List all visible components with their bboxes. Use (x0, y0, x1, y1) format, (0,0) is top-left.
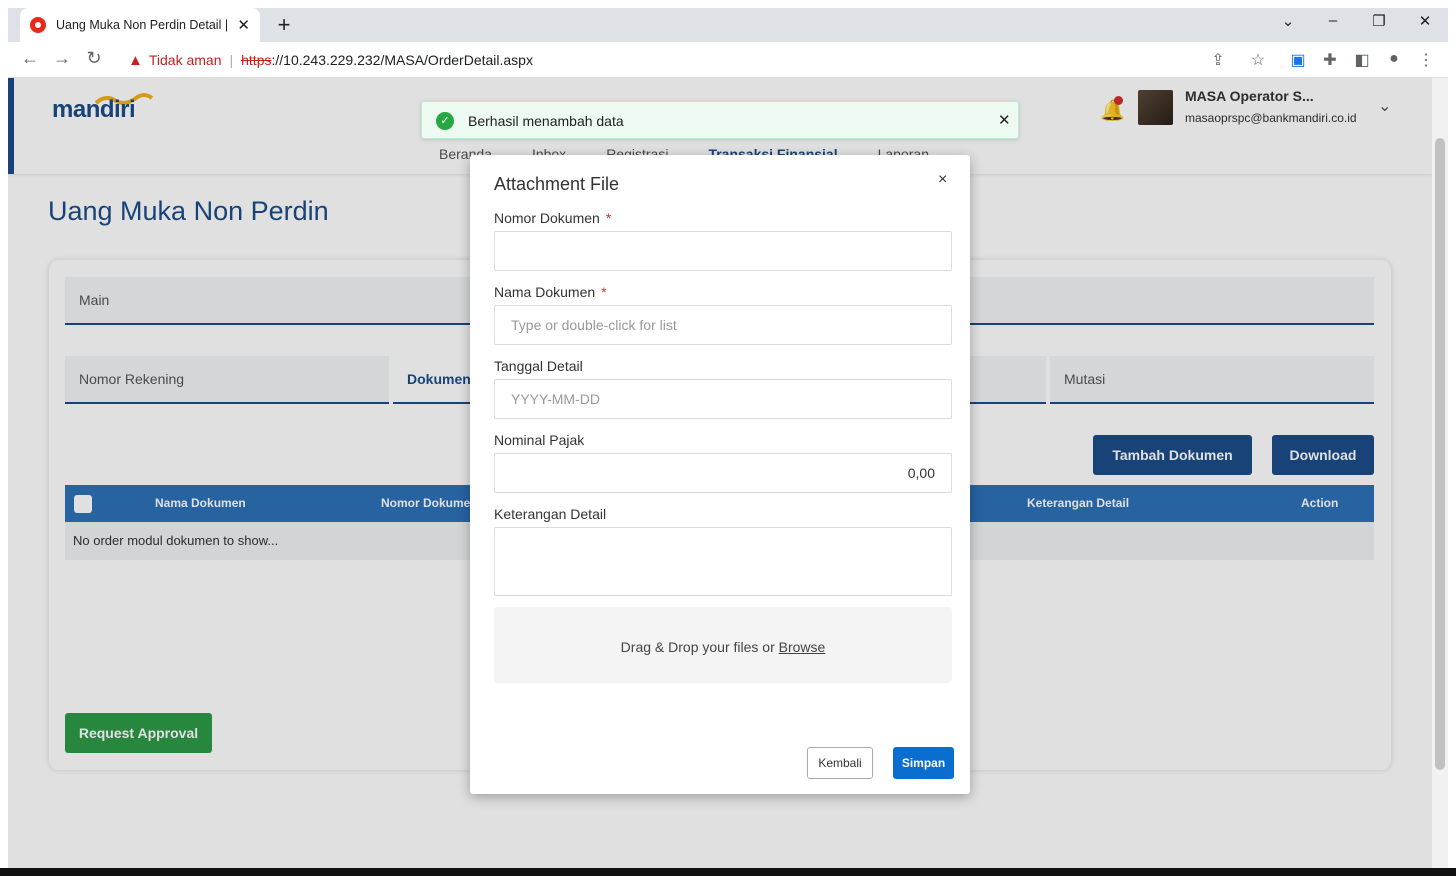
nomor-dokumen-input[interactable] (494, 231, 952, 271)
tab-title: Uang Muka Non Perdin Detail | M (56, 18, 232, 32)
nominal-pajak-input[interactable]: 0,00 (494, 453, 952, 493)
warning-icon: ▲ (128, 51, 143, 69)
url-field[interactable]: ▲ Tidak aman | https ://10.243.229.232/M… (120, 46, 1280, 74)
back-icon[interactable]: ← (18, 48, 42, 69)
close-window-icon[interactable]: ✕ (1410, 12, 1440, 30)
nama-dokumen-label: Nama Dokumen * (494, 284, 607, 300)
required-mark: * (601, 284, 607, 300)
nominal-pajak-label: Nominal Pajak (494, 432, 585, 448)
url-path: ://10.243.229.232/MASA/OrderDetail.aspx (271, 52, 533, 68)
taskbar (0, 868, 1456, 876)
scrollbar-thumb[interactable] (1435, 138, 1445, 770)
extensions-icon[interactable]: ✚ (1318, 50, 1342, 70)
modal-close-icon[interactable]: × (938, 171, 947, 189)
tanggal-detail-label: Tanggal Detail (494, 358, 583, 374)
new-tab-icon[interactable]: + (270, 12, 298, 38)
page-viewport: mandiri Beranda Inbox Registrasi Transak… (8, 78, 1432, 868)
modal-title: Attachment File (494, 174, 620, 194)
check-circle-icon: ✓ (436, 112, 454, 130)
success-toast: ✓ Berhasil menambah data ✕ (421, 101, 1019, 139)
nomor-dokumen-label: Nomor Dokumen * (494, 210, 611, 226)
uipath-extension-icon[interactable]: ▣ (1286, 50, 1310, 70)
scrollbar[interactable] (1432, 78, 1448, 868)
share-icon[interactable]: ⇪ (1206, 50, 1230, 70)
side-panel-icon[interactable]: ◧ (1350, 50, 1374, 70)
required-mark: * (605, 210, 612, 226)
url-scheme: https (241, 52, 272, 68)
reload-icon[interactable]: ↻ (82, 48, 106, 69)
kembali-button[interactable]: Kembali (807, 747, 873, 779)
restore-icon[interactable]: ❐ (1364, 12, 1394, 30)
nomor-dokumen-label-text: Nomor Dokumen (494, 210, 600, 226)
attachment-modal: Attachment File × Nomor Dokumen * Nama Do… (470, 155, 970, 794)
tab-search-icon[interactable]: ⌄ (1273, 12, 1303, 30)
simpan-button[interactable]: Simpan (893, 747, 954, 779)
keterangan-detail-label: Keterangan Detail (494, 506, 607, 522)
menu-icon[interactable]: ⋮ (1414, 50, 1438, 70)
nama-dokumen-input[interactable]: Type or double-click for list (494, 305, 952, 345)
browse-link[interactable]: Browse (779, 639, 826, 655)
nama-dokumen-label-text: Nama Dokumen (494, 284, 596, 300)
toast-message: Berhasil menambah data (468, 113, 624, 129)
bookmark-star-icon[interactable]: ☆ (1246, 50, 1270, 70)
minimize-icon[interactable]: – (1318, 12, 1348, 29)
close-tab-icon[interactable]: ✕ (237, 16, 250, 34)
dropzone-text: Drag & Drop your files or (620, 639, 775, 655)
tanggal-detail-input[interactable]: YYYY-MM-DD (494, 379, 952, 419)
file-dropzone[interactable]: Drag & Drop your files or Browse (494, 607, 952, 683)
divider: | (229, 52, 234, 68)
browser-tab[interactable]: Uang Muka Non Perdin Detail | M ✕ (20, 8, 260, 42)
toast-close-icon[interactable]: ✕ (998, 111, 1011, 129)
forward-icon[interactable]: → (50, 48, 74, 69)
keterangan-detail-textarea[interactable] (494, 527, 952, 596)
browser-tab-bar: Uang Muka Non Perdin Detail | M ✕ + ⌄ – … (8, 8, 1448, 42)
site-favicon-icon (30, 17, 46, 33)
address-bar-row: ← → ↻ ▲ Tidak aman | https ://10.243.229… (8, 42, 1448, 78)
not-secure-label: Tidak aman (148, 52, 222, 68)
profile-icon[interactable]: ● (1382, 50, 1406, 68)
